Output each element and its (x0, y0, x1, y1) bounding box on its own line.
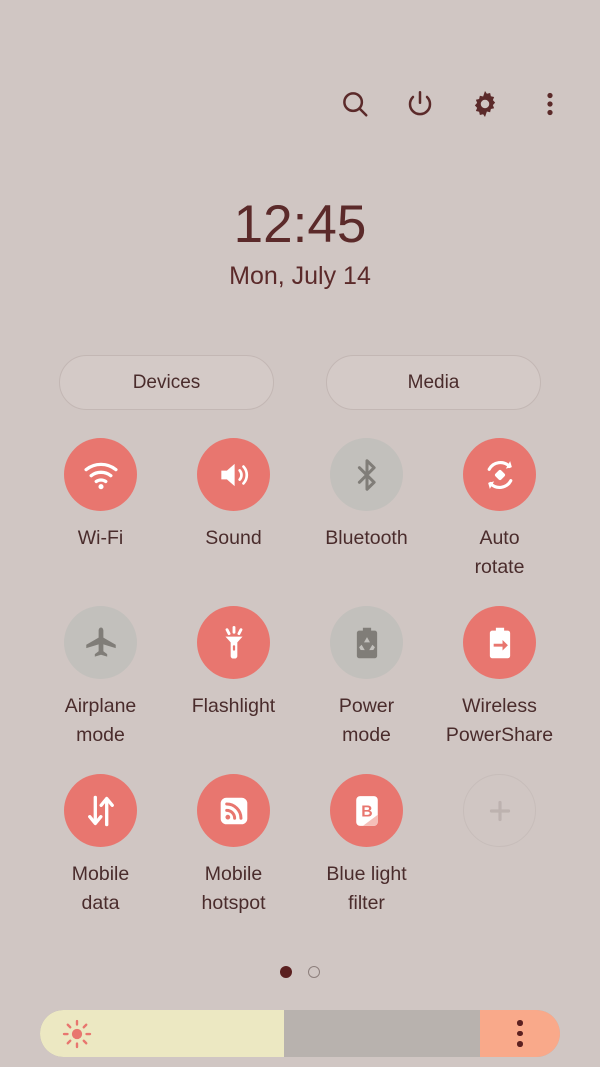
page-dot-2[interactable] (308, 966, 320, 978)
wifi-icon[interactable] (64, 438, 137, 511)
auto-rotate-icon[interactable] (463, 438, 536, 511)
clock-date: Mon, July 14 (229, 262, 371, 290)
toggle-label: Airplane mode (64, 695, 137, 746)
gear-icon[interactable] (469, 88, 501, 120)
bluetooth-icon[interactable] (330, 438, 403, 511)
toggle-label: Wireless PowerShare (445, 695, 554, 746)
page-indicator (0, 966, 600, 978)
power-mode-icon[interactable] (330, 606, 403, 679)
toggle-label: Flashlight (191, 695, 276, 717)
clock-time: 12:45 (233, 195, 367, 254)
clock-area[interactable]: 12:45 Mon, July 14 (0, 196, 600, 292)
toggle-bluetooth[interactable]: Bluetooth (300, 438, 433, 596)
toggle-label: Blue light filter (326, 863, 407, 914)
toggle-label: Sound (205, 527, 262, 549)
power-icon[interactable] (404, 88, 436, 120)
toggle-mobile-data[interactable]: Mobile data (34, 774, 167, 932)
toggle-label: Wi-Fi (77, 527, 124, 549)
toggle-label: Mobile hotspot (201, 863, 266, 914)
panel-header (339, 88, 566, 120)
toggle-wireless-powershare[interactable]: Wireless PowerShare (433, 606, 566, 764)
add-toggle-button[interactable] (433, 774, 566, 932)
toggle-label: Bluetooth (325, 527, 408, 549)
media-button[interactable]: Media (326, 355, 541, 410)
toggle-label: Mobile data (71, 863, 130, 914)
toggle-blue-light-filter[interactable]: B Blue light filter (300, 774, 433, 932)
more-vertical-icon[interactable] (534, 88, 566, 120)
add-icon[interactable] (463, 774, 536, 847)
page-dot-1[interactable] (280, 966, 292, 978)
brightness-menu-button[interactable] (480, 1010, 560, 1057)
toggle-sound[interactable]: Sound (167, 438, 300, 596)
devices-button[interactable]: Devices (59, 355, 274, 410)
toggle-label: Auto rotate (474, 527, 525, 578)
toggle-flashlight[interactable]: Flashlight (167, 606, 300, 764)
devices-label: Devices (132, 371, 201, 393)
toggle-wi-fi[interactable]: Wi-Fi (34, 438, 167, 596)
brightness-sun-icon (62, 1019, 92, 1049)
quick-settings-panel: 12:45 Mon, July 14 Devices Media Wi-Fi So… (0, 0, 600, 1067)
shortcut-pills: Devices Media (0, 355, 600, 410)
toggle-auto-rotate[interactable]: Auto rotate (433, 438, 566, 596)
toggle-label: Power mode (338, 695, 395, 746)
media-label: Media (407, 371, 460, 393)
toggle-power-mode[interactable]: Power mode (300, 606, 433, 764)
more-vertical-icon (517, 1020, 523, 1047)
flashlight-icon[interactable] (197, 606, 270, 679)
search-icon[interactable] (339, 88, 371, 120)
quick-toggle-grid: Wi-Fi Sound Bluetooth Auto rotate Airplane mod… (34, 438, 566, 932)
blue-light-icon[interactable]: B (330, 774, 403, 847)
toggle-mobile-hotspot[interactable]: Mobile hotspot (167, 774, 300, 932)
sound-icon[interactable] (197, 438, 270, 511)
hotspot-icon[interactable] (197, 774, 270, 847)
airplane-icon[interactable] (64, 606, 137, 679)
toggle-airplane-mode[interactable]: Airplane mode (34, 606, 167, 764)
brightness-slider[interactable] (40, 1010, 560, 1057)
mobile-data-icon[interactable] (64, 774, 137, 847)
svg-text:B: B (361, 803, 372, 820)
powershare-icon[interactable] (463, 606, 536, 679)
